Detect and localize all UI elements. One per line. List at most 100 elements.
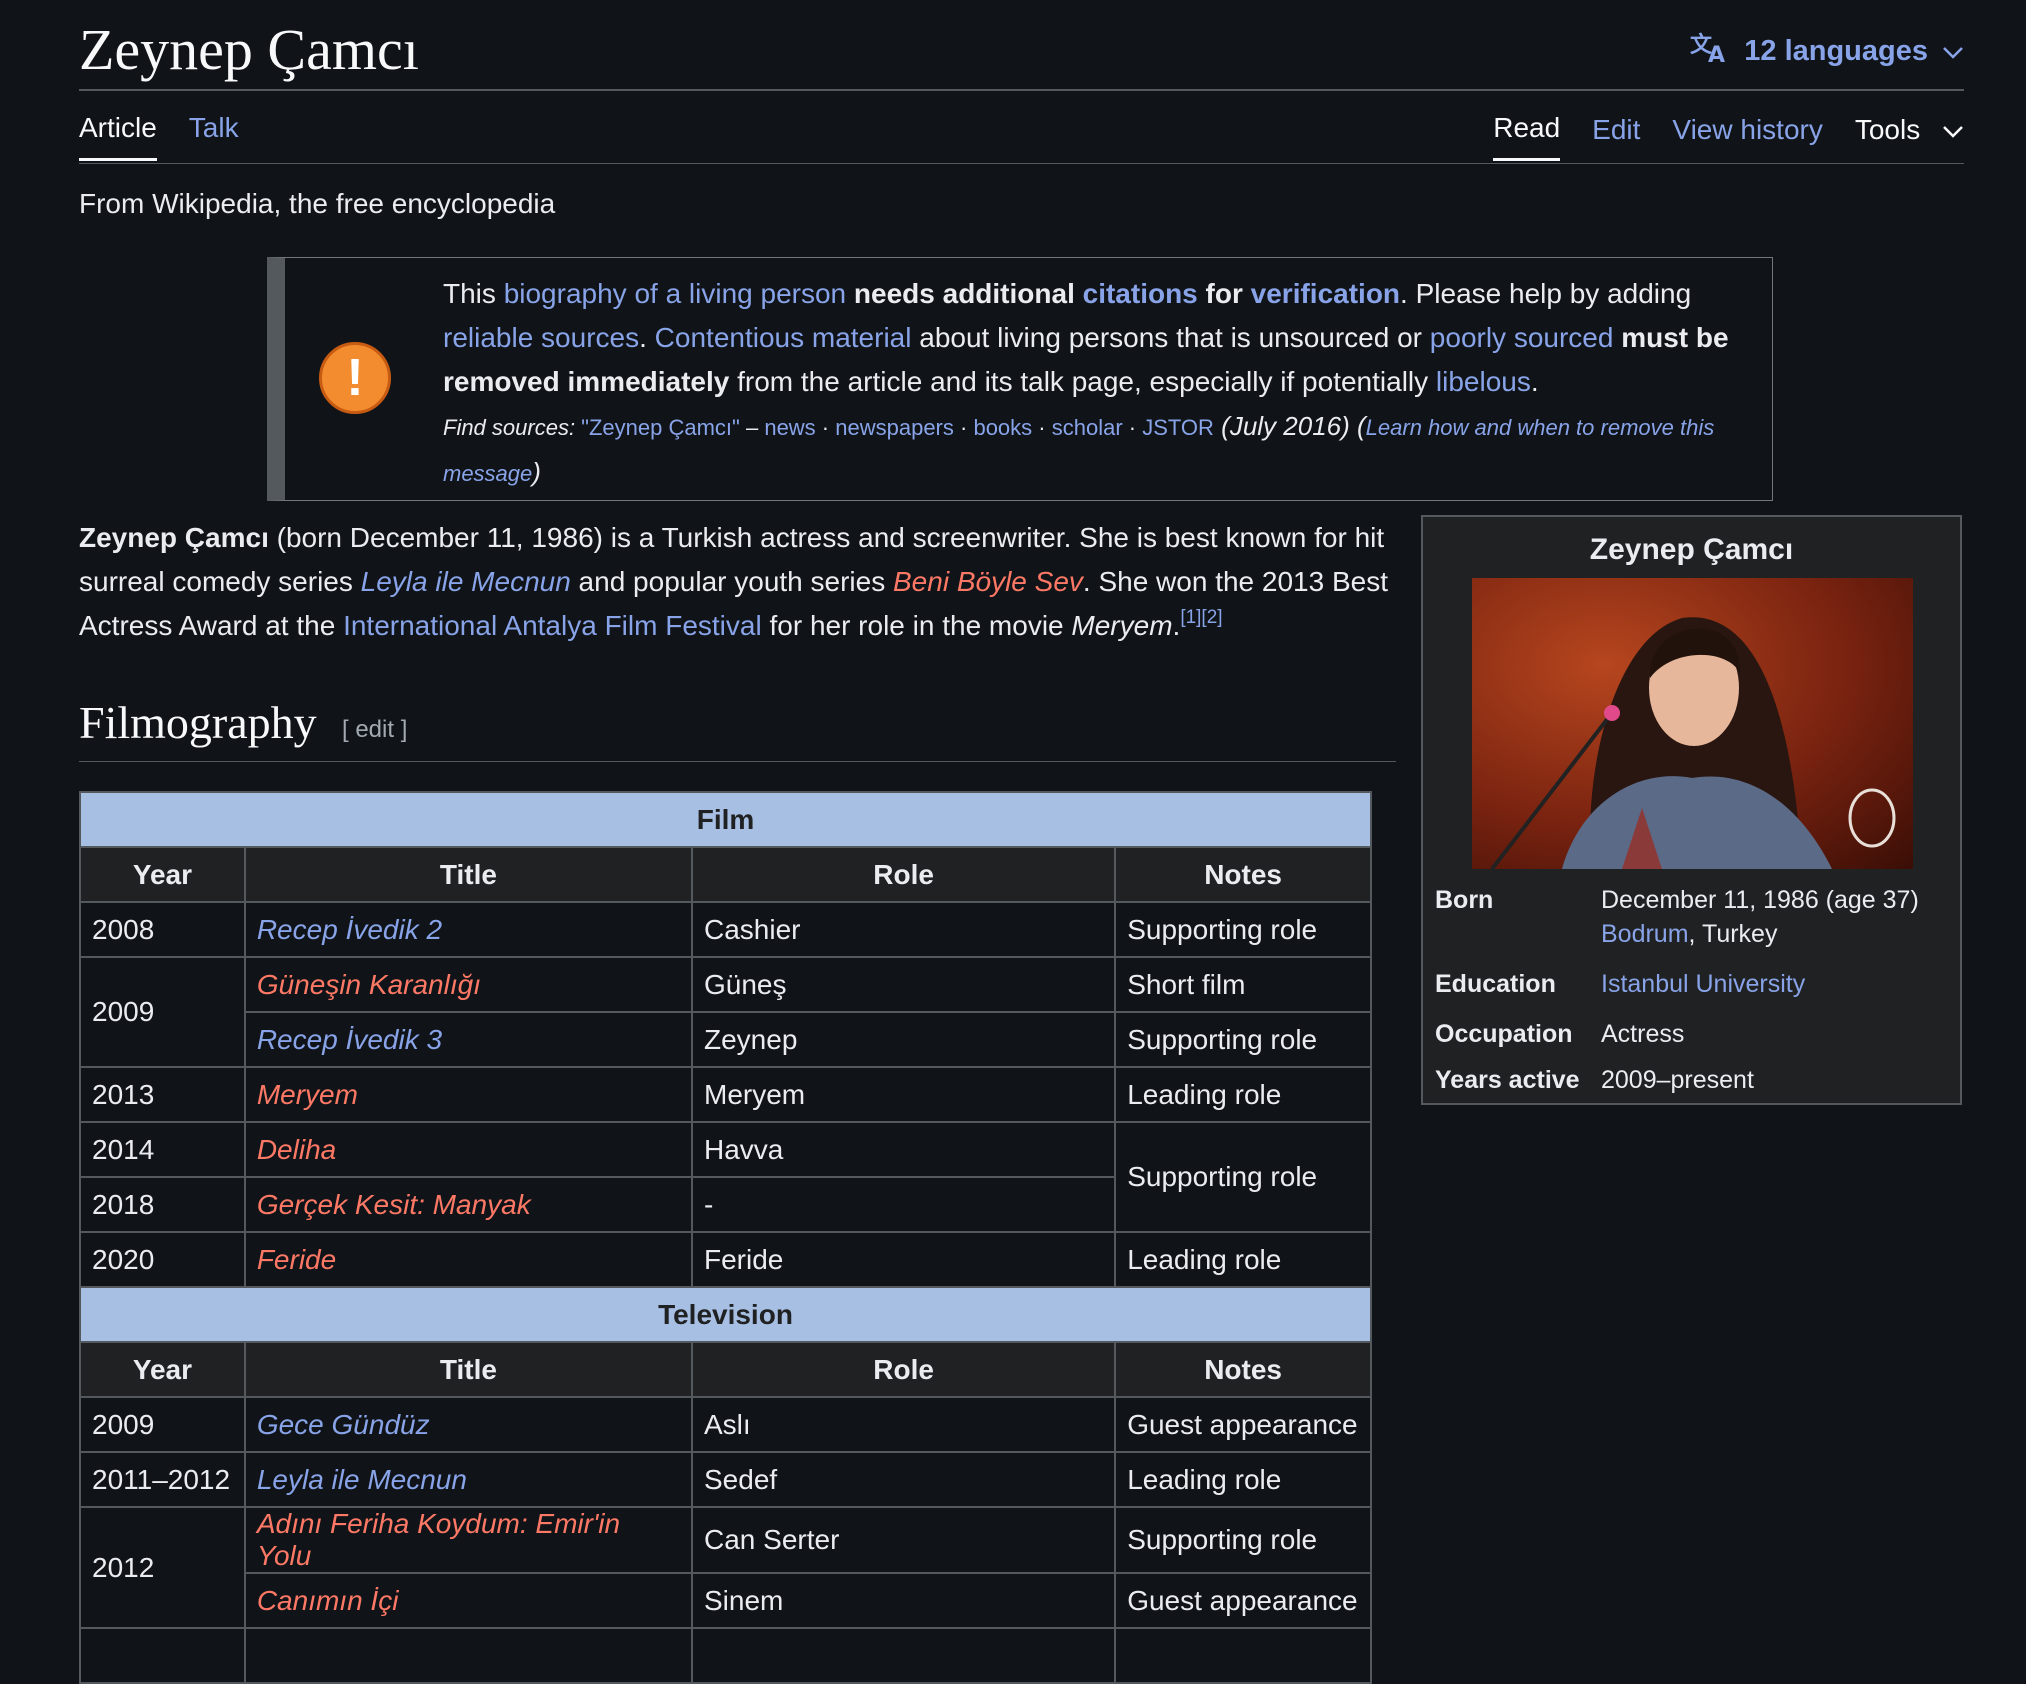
col-role: Role [690,846,1117,903]
title-link[interactable]: Adını Feriha Koydum: Emir'in Yolu [257,1508,620,1571]
infobox-row-occupation: Occupation Actress [1435,1020,1685,1048]
namespace-tabs: Article Talk [79,112,239,161]
cell-role: Sinem [690,1572,1117,1629]
link-reliable-sources[interactable]: reliable sources [443,322,639,353]
cell-notes: Supporting role [1114,1121,1372,1233]
cell-role: - [690,1176,1117,1233]
cell-year: 2011–2012 [79,1451,246,1508]
col-year: Year [79,1341,246,1398]
cell-role: Cashier [690,901,1117,958]
cell-year: 2012 [79,1506,246,1629]
link-citations[interactable]: citations [1083,278,1198,309]
languages-label: 12 languages [1744,34,1928,67]
link-istanbul-university[interactable]: Istanbul University [1601,970,1805,998]
cell-year: 2014 [79,1121,246,1178]
link-bodrum[interactable]: Bodrum [1601,920,1689,948]
tools-menu[interactable]: Tools [1855,114,1964,160]
table-row: 2008 Recep İvedik 2 Cashier Supporting r… [79,901,1372,958]
infobox-caption: Zeynep Çamcı [1589,533,1794,566]
cell-role: Havva [690,1121,1117,1178]
title-link[interactable]: Güneşin Karanlığı [257,969,481,1000]
link-antalya-festival[interactable]: International Antalya Film Festival [343,610,762,641]
tab-talk[interactable]: Talk [189,112,239,161]
film-section-header: Film [79,791,1372,848]
tab-read[interactable]: Read [1493,112,1561,161]
tab-edit[interactable]: Edit [1592,114,1640,160]
table-row: Recep İvedik 3 Zeynep Supporting role [80,1011,1372,1068]
cell-notes: Supporting role [1114,901,1372,958]
link-query[interactable]: "Zeynep Çamcı" [581,415,740,440]
cell-year: 2013 [79,1066,246,1123]
title-divider [79,89,1964,91]
link-poorly-sourced[interactable]: poorly sourced [1430,322,1614,353]
cell-year: 2020 [79,1231,246,1288]
svg-text:A: A [1708,43,1725,64]
table-row: 2009 Güneşin Karanlığı Güneş Short film [79,956,1372,1068]
link-verification[interactable]: verification [1251,278,1400,309]
section-divider [79,761,1396,762]
infobox-row-born: Born December 11, 1986 (age 37) Bodrum, T… [1435,886,1919,948]
infobox-rows: Born December 11, 1986 (age 37) Bodrum, T… [1435,883,1950,1113]
table-row: Canımın İçi Sinem Guest appearance [80,1572,1372,1629]
link-newspapers[interactable]: newspapers [835,415,954,440]
citation-notice: ! This biography of a living person need… [267,257,1773,501]
table-row: 2013 Meryem Meryem Leading role [79,1066,1372,1123]
link-scholar[interactable]: scholar [1052,415,1123,440]
tab-view-history[interactable]: View history [1672,114,1822,160]
cell-role: Sedef [690,1451,1117,1508]
title-link[interactable]: Gerçek Kesit: Manyak [257,1189,531,1220]
title-link[interactable]: Meryem [257,1079,358,1110]
page-title: Zeynep Çamcı [79,17,419,82]
table-row: 2014 Deliha Havva Supporting role [79,1121,1372,1233]
tab-article[interactable]: Article [79,112,157,161]
link-books[interactable]: books [973,415,1032,440]
title-link[interactable]: Canımın İçi [257,1585,399,1616]
table-row: 2011–2012 Leyla ile Mecnun Sedef Leading… [79,1451,1372,1508]
cell-role: Aslı [690,1396,1117,1453]
link-contentious[interactable]: Contentious material [655,322,912,353]
col-title: Title [243,1341,694,1398]
cell-role: Feride [690,1231,1117,1288]
link-blp[interactable]: biography of a living person [504,278,846,309]
tools-label: Tools [1854,113,1921,145]
title-link[interactable]: Recep İvedik 2 [257,914,442,945]
title-link[interactable]: Recep İvedik 3 [257,1024,442,1055]
col-role: Role [690,1341,1117,1398]
link-jstor[interactable]: JSTOR [1142,415,1214,440]
section-edit-link[interactable]: [ edit ] [342,716,407,744]
reference-links[interactable]: [1][2] [1180,607,1222,628]
table-header-row: Year Title Role Notes [79,1341,1372,1398]
cell-role: Güneş [690,956,1117,1013]
infobox-row-years-active: Years active 2009–present [1435,1066,1754,1094]
language-selector[interactable]: 文 A 12 languages [1690,30,1964,72]
chevron-down-icon [1942,114,1964,145]
table-header-row: Year Title Role Notes [79,846,1372,903]
col-notes: Notes [1114,846,1372,903]
title-link[interactable]: Gece Gündüz [257,1409,430,1440]
col-title: Title [243,846,694,903]
cell-role: Meryem [690,1066,1117,1123]
link-news[interactable]: news [764,415,815,440]
title-link[interactable]: Deliha [257,1134,336,1165]
cell-notes: Guest appearance [1114,1572,1372,1629]
table-row: 2009 Gece Gündüz Aslı Guest appearance [79,1396,1372,1453]
table-row: 2012 Adını Feriha Koydum: Emir'in Yolu C… [79,1506,1372,1629]
link-leyla-ile-mecnun[interactable]: Leyla ile Mecnun [361,566,571,597]
filmography-table: Film Year Title Role Notes 2008 Recep İv… [79,791,1372,1684]
cell-notes: Supporting role [1114,1011,1372,1068]
warning-icon: ! [319,342,391,414]
cell-role: Zeynep [690,1011,1117,1068]
tabs-divider [79,163,1964,164]
link-beni-boyle-sev[interactable]: Beni Böyle Sev [893,566,1083,597]
tv-section-header: Television [79,1286,1372,1343]
title-link[interactable]: Leyla ile Mecnun [257,1464,467,1495]
portrait-image[interactable] [1472,578,1913,869]
cell-notes: Leading role [1114,1066,1372,1123]
view-tabs: Read Edit View history Tools [1493,112,1964,161]
table-row [79,1627,1372,1684]
section-heading: Filmography [79,697,317,748]
cell-notes: Short film [1114,956,1372,1013]
cell-notes: Leading role [1114,1231,1372,1288]
link-libelous[interactable]: libelous [1436,366,1531,397]
title-link[interactable]: Feride [257,1244,336,1275]
